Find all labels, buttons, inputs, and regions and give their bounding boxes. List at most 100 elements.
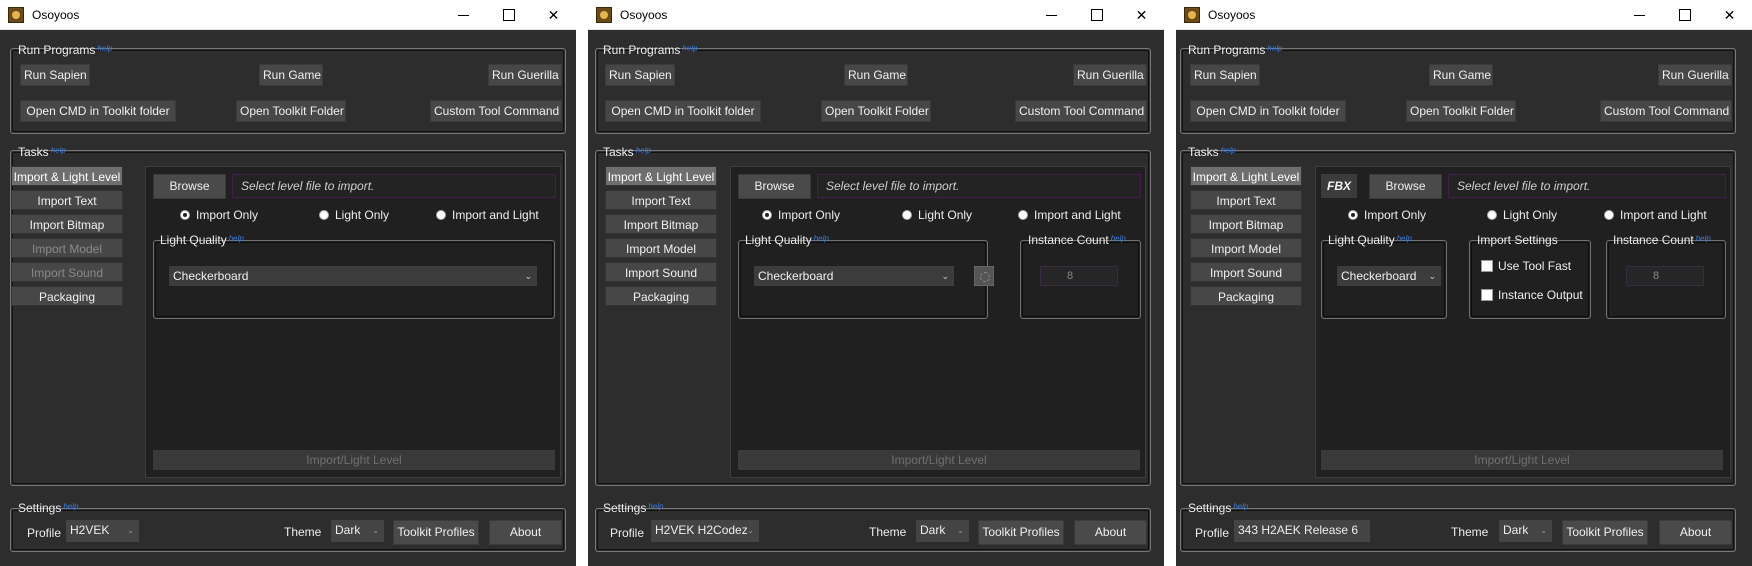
tab-import-model[interactable]: Import Model	[605, 238, 717, 258]
maximize-button[interactable]	[1074, 0, 1119, 30]
run-sapien-button[interactable]: Run Sapien	[1190, 64, 1260, 86]
level-file-input[interactable]: Select level file to import.	[232, 174, 556, 198]
light-quality-dropdown[interactable]: Checkerboard ⌄	[169, 266, 537, 286]
toolkit-profiles-button[interactable]: Toolkit Profiles	[1562, 520, 1648, 545]
run-programs-label: Run Programs help	[1188, 43, 1283, 57]
browse-button[interactable]: Browse	[153, 174, 226, 199]
radio-light-only[interactable]: Light Only	[902, 208, 972, 222]
run-programs-help-link[interactable]: help	[97, 44, 112, 53]
tab-import-bitmap[interactable]: Import Bitmap	[11, 214, 123, 234]
custom-tool-command-button[interactable]: Custom Tool Command	[430, 100, 562, 122]
close-button[interactable]: ✕	[1119, 0, 1164, 30]
theme-dropdown[interactable]: Dark ⌄	[1499, 520, 1552, 542]
run-game-button[interactable]: Run Game	[259, 64, 323, 86]
open-cmd-button[interactable]: Open CMD in Toolkit folder	[20, 100, 176, 122]
minimize-button[interactable]	[1617, 0, 1662, 30]
tab-import-bitmap[interactable]: Import Bitmap	[605, 214, 717, 234]
minimize-button[interactable]	[1029, 0, 1074, 30]
about-button[interactable]: About	[489, 520, 562, 545]
instance-output-checkbox[interactable]: Instance Output	[1481, 288, 1583, 302]
light-quality-dropdown[interactable]: Checkerboard ⌄	[1337, 266, 1441, 286]
tab-import-text[interactable]: Import Text	[1190, 190, 1302, 210]
refresh-icon[interactable]	[974, 266, 994, 286]
radio-light-only[interactable]: Light Only	[1487, 208, 1557, 222]
level-file-input[interactable]: Select level file to import.	[1448, 174, 1726, 198]
open-toolkit-folder-button[interactable]: Open Toolkit Folder	[236, 100, 346, 122]
tab-packaging[interactable]: Packaging	[1190, 286, 1302, 306]
tasks-help-link[interactable]: help	[1221, 146, 1236, 155]
radio-import-only[interactable]: Import Only	[180, 208, 258, 222]
light-quality-help-link[interactable]: help	[814, 234, 829, 243]
tab-packaging[interactable]: Packaging	[605, 286, 717, 306]
settings-help-link[interactable]: help	[1233, 502, 1248, 511]
import-light-level-button[interactable]: Import/Light Level	[1321, 450, 1723, 470]
fbx-toggle[interactable]: FBX	[1321, 174, 1357, 198]
radio-import-only[interactable]: Import Only	[762, 208, 840, 222]
radio-import-and-light[interactable]: Import and Light	[1018, 208, 1121, 222]
import-light-level-button[interactable]: Import/Light Level	[153, 450, 555, 470]
toolkit-profiles-button[interactable]: Toolkit Profiles	[393, 520, 479, 545]
tab-import-sound[interactable]: Import Sound	[1190, 262, 1302, 282]
profile-dropdown[interactable]: H2VEK ⌄	[66, 520, 139, 542]
radio-import-only[interactable]: Import Only	[1348, 208, 1426, 222]
run-programs-help-link[interactable]: help	[1267, 44, 1282, 53]
tab-packaging[interactable]: Packaging	[11, 286, 123, 306]
run-guerilla-button[interactable]: Run Guerilla	[1073, 64, 1147, 86]
browse-button[interactable]: Browse	[1369, 174, 1442, 199]
run-guerilla-button[interactable]: Run Guerilla	[488, 64, 562, 86]
open-toolkit-folder-button[interactable]: Open Toolkit Folder	[821, 100, 931, 122]
import-light-level-button[interactable]: Import/Light Level	[738, 450, 1140, 470]
instance-count-input[interactable]: 8	[1626, 266, 1704, 286]
import-settings-group	[1469, 240, 1591, 319]
tab-import-light-level[interactable]: Import & Light Level	[605, 166, 717, 186]
toolkit-profiles-button[interactable]: Toolkit Profiles	[978, 520, 1064, 545]
custom-tool-command-button[interactable]: Custom Tool Command	[1015, 100, 1147, 122]
radio-import-and-light[interactable]: Import and Light	[436, 208, 539, 222]
tab-import-text[interactable]: Import Text	[605, 190, 717, 210]
open-toolkit-folder-button[interactable]: Open Toolkit Folder	[1406, 100, 1516, 122]
close-button[interactable]: ✕	[531, 0, 576, 30]
theme-dropdown[interactable]: Dark ⌄	[916, 520, 969, 542]
minimize-button[interactable]	[441, 0, 486, 30]
maximize-button[interactable]	[486, 0, 531, 30]
tab-import-sound[interactable]: Import Sound	[11, 262, 123, 282]
open-cmd-button[interactable]: Open CMD in Toolkit folder	[1190, 100, 1346, 122]
light-quality-dropdown[interactable]: Checkerboard ⌄	[754, 266, 954, 286]
tab-import-bitmap[interactable]: Import Bitmap	[1190, 214, 1302, 234]
settings-help-link[interactable]: help	[63, 502, 78, 511]
tab-import-model[interactable]: Import Model	[11, 238, 123, 258]
close-button[interactable]: ✕	[1707, 0, 1752, 30]
about-button[interactable]: About	[1074, 520, 1147, 545]
run-guerilla-button[interactable]: Run Guerilla	[1658, 64, 1732, 86]
run-game-button[interactable]: Run Game	[1429, 64, 1493, 86]
run-sapien-button[interactable]: Run Sapien	[605, 64, 675, 86]
tab-import-model[interactable]: Import Model	[1190, 238, 1302, 258]
level-file-input[interactable]: Select level file to import.	[817, 174, 1141, 198]
profile-dropdown[interactable]: H2VEK H2Codez ⌄	[651, 520, 759, 542]
profile-dropdown[interactable]: 343 H2AEK Release 6	[1234, 520, 1370, 542]
open-cmd-button[interactable]: Open CMD in Toolkit folder	[605, 100, 761, 122]
maximize-button[interactable]	[1662, 0, 1707, 30]
tab-import-text[interactable]: Import Text	[11, 190, 123, 210]
custom-tool-command-button[interactable]: Custom Tool Command	[1600, 100, 1732, 122]
run-sapien-button[interactable]: Run Sapien	[20, 64, 90, 86]
about-button[interactable]: About	[1659, 520, 1732, 545]
use-tool-fast-checkbox[interactable]: Use Tool Fast	[1481, 259, 1571, 273]
tab-import-light-level[interactable]: Import & Light Level	[11, 166, 123, 186]
settings-help-link[interactable]: help	[648, 502, 663, 511]
instance-count-input[interactable]: 8	[1040, 266, 1118, 286]
tab-import-light-level[interactable]: Import & Light Level	[1190, 166, 1302, 186]
light-quality-help-link[interactable]: help	[1397, 234, 1412, 243]
tab-import-sound[interactable]: Import Sound	[605, 262, 717, 282]
instance-count-help-link[interactable]: help	[1111, 234, 1126, 243]
tasks-help-link[interactable]: help	[636, 146, 651, 155]
radio-import-and-light[interactable]: Import and Light	[1604, 208, 1707, 222]
theme-dropdown[interactable]: Dark ⌄	[331, 520, 384, 542]
run-programs-help-link[interactable]: help	[682, 44, 697, 53]
light-quality-help-link[interactable]: help	[229, 234, 244, 243]
tasks-help-link[interactable]: help	[51, 146, 66, 155]
browse-button[interactable]: Browse	[738, 174, 811, 199]
instance-count-help-link[interactable]: help	[1696, 234, 1711, 243]
run-game-button[interactable]: Run Game	[844, 64, 908, 86]
radio-light-only[interactable]: Light Only	[319, 208, 389, 222]
